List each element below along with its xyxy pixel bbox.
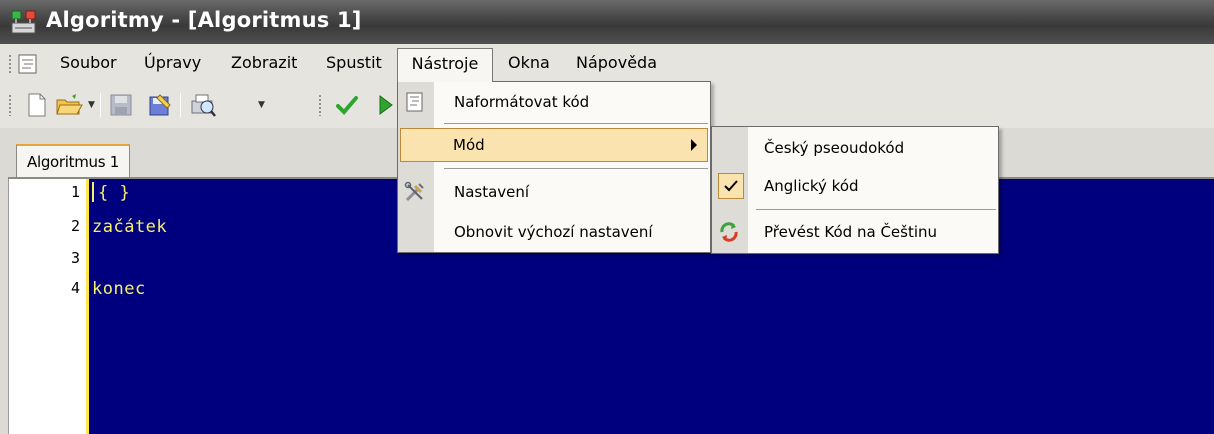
print-preview-icon[interactable] <box>188 90 218 120</box>
line-number: 4 <box>70 279 80 297</box>
line-number: 3 <box>70 249 80 267</box>
window-title: Algoritmy - [Algoritmus 1] <box>46 8 362 32</box>
checkmark-icon <box>718 173 744 199</box>
line-number: 2 <box>70 217 80 235</box>
document-menu-icon[interactable] <box>16 53 40 75</box>
line-number-gutter: 1 2 3 4 <box>8 179 86 434</box>
menu-soubor[interactable]: Soubor <box>52 50 125 76</box>
menubar-grip[interactable] <box>8 54 12 74</box>
gutter-marker <box>86 179 89 434</box>
menu-item-naformatovat-kod[interactable]: Naformátovat kód <box>398 84 710 120</box>
menu-item-label: Mód <box>453 136 485 154</box>
format-icon <box>404 91 426 113</box>
submenu-item-cesky-pseudokod[interactable]: Český pseoudokód <box>712 129 998 167</box>
toolbar-grip[interactable] <box>8 94 12 116</box>
toolbar-separator <box>100 93 101 117</box>
toolbar-separator <box>180 93 181 117</box>
save-as-icon[interactable] <box>146 90 176 120</box>
submenu-item-label: Anglický kód <box>764 177 859 195</box>
convert-icon <box>718 221 740 243</box>
menu-item-label: Nastavení <box>454 183 530 201</box>
open-dropdown-arrow-icon[interactable]: ▼ <box>88 100 95 110</box>
code-line[interactable]: { } <box>98 183 130 203</box>
submenu-item-anglicky-kod[interactable]: Anglický kód <box>712 167 998 205</box>
submenu-item-prevest-kod[interactable]: Převést Kód na Češtinu <box>712 213 998 251</box>
code-line[interactable]: začátek <box>92 217 167 237</box>
text-caret <box>92 182 94 202</box>
menu-bar: Soubor Úpravy Zobrazit Spustit Nástroje … <box>0 44 1214 82</box>
menu-separator <box>756 209 996 210</box>
toolbar-grip-2[interactable] <box>318 94 322 116</box>
menu-item-label: Obnovit výchozí nastavení <box>454 223 653 241</box>
line-number: 1 <box>70 183 80 201</box>
run-icon[interactable] <box>370 90 400 120</box>
menu-item-label: Naformátovat kód <box>454 93 590 111</box>
menu-zobrazit[interactable]: Zobrazit <box>223 50 305 76</box>
check-icon[interactable] <box>332 90 362 120</box>
code-line[interactable]: konec <box>92 279 146 299</box>
menu-item-mod[interactable]: Mód <box>400 128 708 162</box>
app-icon <box>10 9 38 35</box>
menu-nastroje[interactable]: Nástroje <box>397 48 493 82</box>
menu-upravy[interactable]: Úpravy <box>136 50 209 76</box>
open-folder-icon[interactable] <box>54 90 84 120</box>
menu-item-obnovit-vychozi-nastaveni[interactable]: Obnovit výchozí nastavení <box>398 214 710 250</box>
menu-napoveda[interactable]: Nápověda <box>568 50 665 76</box>
tools-icon <box>404 181 426 203</box>
menu-separator <box>444 123 708 124</box>
menu-item-nastaveni[interactable]: Nastavení <box>398 174 710 210</box>
mod-submenu: Český pseoudokód Anglický kód Převést Kó… <box>711 126 999 254</box>
submenu-item-label: Převést Kód na Češtinu <box>764 223 938 241</box>
submenu-arrow-icon <box>691 139 697 151</box>
menu-okna[interactable]: Okna <box>500 50 558 76</box>
toolbar-overflow-icon[interactable]: ▼ <box>258 100 265 110</box>
nastroje-dropdown-menu: Naformátovat kód Mód Nastavení Obnovit v… <box>397 81 711 253</box>
tab-algoritmus-1[interactable]: Algoritmus 1 <box>16 144 130 178</box>
menu-spustit[interactable]: Spustit <box>318 50 390 76</box>
submenu-item-label: Český pseoudokód <box>764 139 905 157</box>
menu-separator <box>444 168 708 169</box>
new-file-icon[interactable] <box>22 90 52 120</box>
title-bar: Algoritmy - [Algoritmus 1] <box>0 0 1214 44</box>
save-icon[interactable] <box>106 90 136 120</box>
